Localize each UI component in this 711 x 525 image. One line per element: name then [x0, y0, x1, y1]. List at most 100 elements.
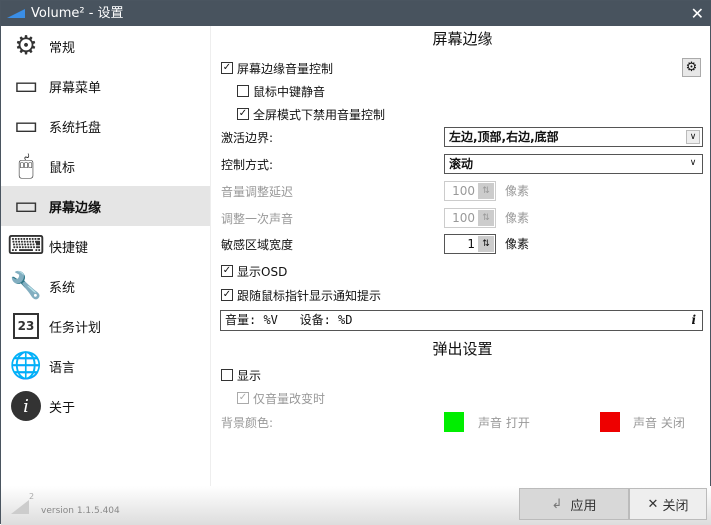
checkbox-checked-icon: ✓	[221, 289, 233, 301]
format-input[interactable]: 音量: %V 设备: %D i	[220, 310, 703, 331]
checkbox-label: 显示OSD	[237, 264, 288, 279]
checkbox-checked-icon: ✓	[221, 62, 233, 74]
apply-label: 应用	[570, 498, 597, 514]
select-value: 滚动	[449, 157, 474, 171]
activate-label: 激活边界:	[221, 130, 274, 145]
sidebar-item-scheduler[interactable]: 23 任务计划	[1, 306, 210, 346]
control-label: 控制方式:	[221, 157, 274, 172]
keyboard-icon: ⌨	[7, 231, 45, 261]
info-icon: i	[11, 391, 41, 421]
gear-settings-button[interactable]: ⚙	[682, 58, 701, 77]
sidebar: ⚙ 常规 ▭ 屏幕菜单 ▭ 系统托盘 🖱 鼠标 ▭ 屏幕边缘 ⌨ 快捷键 🔧 系统 23 任务计…	[1, 26, 211, 486]
sidebar-item-tray[interactable]: ▭ 系统托盘	[1, 106, 210, 146]
popup-show-checkbox[interactable]: 显示	[221, 365, 261, 385]
sidebar-item-language[interactable]: 🌐 语言	[1, 346, 210, 386]
app-logo-icon	[7, 9, 25, 18]
calendar-icon: 23	[13, 313, 39, 339]
select-value: 左边,顶部,右边,底部	[449, 130, 559, 144]
version-label: version 1.1.5.404	[41, 506, 120, 516]
bg-color-label: 背景颜色:	[221, 415, 274, 430]
info-icon[interactable]: i	[691, 311, 696, 330]
checkbox-label: 仅音量改变时	[253, 391, 326, 406]
delay-label: 音量调整延迟	[221, 184, 294, 199]
close-window-button[interactable]: ✕	[691, 1, 704, 26]
sound-off-label: 声音 关闭	[633, 415, 685, 430]
checkbox-label: 鼠标中键静音	[253, 84, 326, 99]
width-label: 敏感区域宽度	[221, 237, 294, 252]
width-spinner[interactable]: 1 ⇅	[444, 234, 496, 254]
close-label: 关闭	[662, 498, 689, 514]
checkbox-checked-icon: ✓	[237, 392, 249, 404]
fullscreen-disable-checkbox[interactable]: ✓ 全屏模式下禁用音量控制	[237, 104, 385, 124]
settings-panel: 屏幕边缘 ✓ 屏幕边缘音量控制 ⚙ 鼠标中键静音 ✓ 全屏模式下禁用音量控制 激活边…	[213, 26, 711, 486]
logo-superscript: 2	[29, 492, 35, 501]
show-osd-checkbox[interactable]: ✓ 显示OSD	[221, 261, 287, 281]
checkbox-label: 全屏模式下禁用音量控制	[253, 107, 386, 122]
checkbox-checked-icon: ✓	[237, 108, 249, 120]
enable-edge-checkbox[interactable]: ✓ 屏幕边缘音量控制	[221, 58, 333, 78]
sound-on-color-swatch[interactable]	[444, 412, 464, 432]
globe-icon: 🌐	[9, 351, 43, 381]
title-bar: Volume² - 设置 ✕	[1, 1, 711, 26]
monitor-icon: ▭	[13, 71, 39, 101]
spinner-value: 1	[467, 237, 475, 251]
section-heading: 屏幕边缘	[432, 30, 493, 48]
sidebar-item-label: 任务计划	[49, 320, 102, 336]
unit-label: 像素	[505, 237, 530, 251]
enter-icon: ↲	[551, 496, 563, 512]
sidebar-item-system[interactable]: 🔧 系统	[1, 266, 210, 306]
close-x-icon: ✕	[647, 496, 659, 512]
chevron-down-icon: ∨	[686, 130, 700, 144]
step-label: 调整一次声音	[221, 211, 294, 226]
sound-off-color-swatch[interactable]	[600, 412, 620, 432]
sidebar-item-label: 鼠标	[49, 160, 76, 176]
sidebar-item-osd[interactable]: ▭ 屏幕菜单	[1, 66, 210, 106]
apply-button[interactable]: ↲ 应用	[519, 488, 629, 520]
sidebar-item-label: 关于	[49, 400, 76, 416]
checkbox-label: 跟随鼠标指针显示通知提示	[237, 288, 382, 303]
control-mode-select[interactable]: 滚动 ∨	[444, 154, 703, 174]
gear-icon: ⚙	[14, 31, 38, 61]
chevron-down-icon: ∨	[689, 158, 697, 168]
sidebar-item-screen-edge[interactable]: ▭ 屏幕边缘	[1, 186, 210, 226]
mouse-icon: 🖱	[18, 150, 34, 181]
sidebar-item-label: 系统	[49, 280, 76, 296]
spin-arrows-icon[interactable]: ⇅	[478, 236, 494, 252]
middle-click-mute-checkbox[interactable]: 鼠标中键静音	[237, 81, 325, 101]
monitor-tray-icon: ▭	[13, 111, 39, 141]
sidebar-item-hotkeys[interactable]: ⌨ 快捷键	[1, 226, 210, 266]
sidebar-item-label: 屏幕边缘	[49, 200, 102, 216]
checkbox-unchecked-icon	[237, 85, 249, 97]
step-spinner[interactable]: 100 ⇅	[444, 208, 496, 228]
delay-spinner[interactable]: 100 ⇅	[444, 181, 496, 201]
activate-edges-select[interactable]: 左边,顶部,右边,底部 ∨	[444, 127, 703, 147]
sidebar-item-general[interactable]: ⚙ 常规	[1, 26, 210, 66]
unit-label: 像素	[505, 211, 530, 225]
sound-on-label: 声音 打开	[478, 415, 530, 430]
sidebar-item-label: 常规	[49, 40, 76, 56]
checkbox-label: 显示	[237, 368, 262, 383]
close-button[interactable]: ✕ 关闭	[629, 488, 707, 520]
spin-arrows-icon[interactable]: ⇅	[478, 210, 494, 226]
sidebar-item-about[interactable]: i 关于	[1, 386, 210, 426]
monitor-mouse-icon: ▭	[13, 191, 39, 221]
volume-logo-icon	[11, 500, 29, 514]
wrench-icon: 🔧	[9, 271, 43, 301]
footer: 2 version 1.1.5.404 ↲ 应用 ✕ 关闭	[1, 486, 711, 525]
sidebar-item-mouse[interactable]: 🖱 鼠标	[1, 146, 210, 186]
popup-heading: 弹出设置	[432, 340, 493, 358]
only-change-checkbox[interactable]: ✓ 仅音量改变时	[237, 388, 325, 408]
checkbox-checked-icon: ✓	[221, 265, 233, 277]
sidebar-item-label: 快捷键	[49, 240, 89, 256]
spin-arrows-icon[interactable]: ⇅	[478, 183, 494, 199]
checkbox-unchecked-icon	[221, 369, 233, 381]
spinner-value: 100	[452, 184, 475, 198]
follow-mouse-checkbox[interactable]: ✓ 跟随鼠标指针显示通知提示	[221, 285, 381, 305]
sidebar-item-label: 系统托盘	[49, 120, 102, 136]
window-title: Volume² - 设置	[31, 6, 124, 21]
spinner-value: 100	[452, 211, 475, 225]
sidebar-item-label: 语言	[49, 360, 76, 376]
sidebar-item-label: 屏幕菜单	[49, 80, 102, 96]
checkbox-label: 屏幕边缘音量控制	[237, 61, 334, 76]
unit-label: 像素	[505, 184, 530, 198]
